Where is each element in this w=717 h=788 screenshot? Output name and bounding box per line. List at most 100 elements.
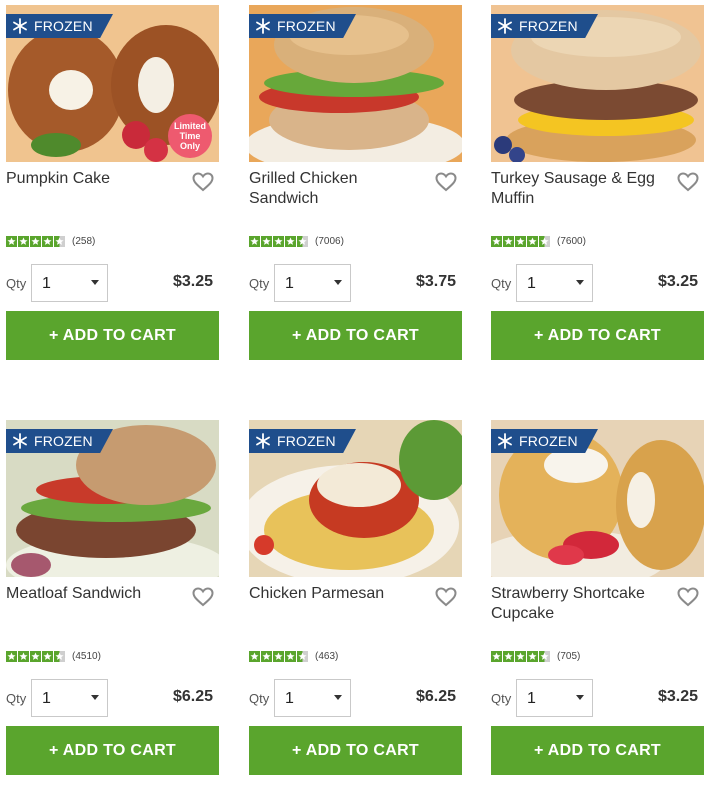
add-to-cart-button[interactable]: + ADD TO CART xyxy=(6,726,219,775)
star-icon xyxy=(285,236,296,247)
star-icon xyxy=(18,651,29,662)
chevron-down-icon xyxy=(91,695,99,700)
star-icon xyxy=(261,236,272,247)
star-icon xyxy=(18,236,29,247)
qty-select[interactable]: 1 xyxy=(274,264,351,302)
half-star-icon xyxy=(539,651,550,662)
review-count[interactable]: (258) xyxy=(72,236,95,247)
half-star-icon xyxy=(54,651,65,662)
add-to-cart-button[interactable]: + ADD TO CART xyxy=(249,311,462,360)
frozen-badge-label: FROZEN xyxy=(277,18,336,34)
frozen-badge: FROZEN xyxy=(491,429,598,453)
snowflake-icon xyxy=(491,433,519,449)
price: $3.25 xyxy=(657,273,698,290)
product-card: FROZEN Meatloaf Sandwich (4510) Qty 1 $6… xyxy=(6,420,219,775)
review-count[interactable]: (7600) xyxy=(557,236,586,247)
limited-time-badge: Limited Time Only xyxy=(168,114,212,158)
star-rating xyxy=(249,236,309,247)
star-icon xyxy=(503,651,514,662)
frozen-badge: FROZEN xyxy=(6,429,113,453)
frozen-badge-label: FROZEN xyxy=(277,433,336,449)
star-icon xyxy=(30,236,41,247)
star-rating xyxy=(491,236,551,247)
price: $3.75 xyxy=(415,273,456,290)
chevron-down-icon xyxy=(334,695,342,700)
snowflake-icon xyxy=(249,433,277,449)
half-star-icon xyxy=(297,651,308,662)
limited-time-line: Time xyxy=(179,131,201,141)
qty-select[interactable]: 1 xyxy=(516,679,593,717)
chevron-down-icon xyxy=(91,280,99,285)
star-icon xyxy=(249,651,260,662)
qty-value: 1 xyxy=(527,690,536,707)
product-name[interactable]: Strawberry Shortcake Cupcake xyxy=(491,584,671,624)
snowflake-icon xyxy=(491,18,519,34)
chevron-down-icon xyxy=(576,280,584,285)
price: $3.25 xyxy=(657,688,698,705)
qty-label: Qty xyxy=(249,691,270,706)
qty-label: Qty xyxy=(249,276,270,291)
frozen-badge: FROZEN xyxy=(249,429,356,453)
half-star-icon xyxy=(539,236,550,247)
star-icon xyxy=(42,651,53,662)
product-name[interactable]: Pumpkin Cake xyxy=(6,169,186,189)
review-count[interactable]: (705) xyxy=(557,651,580,662)
heart-outline-icon[interactable] xyxy=(435,172,457,192)
star-icon xyxy=(491,651,502,662)
review-count[interactable]: (7006) xyxy=(315,236,344,247)
qty-select[interactable]: 1 xyxy=(31,679,108,717)
review-count[interactable]: (463) xyxy=(315,651,338,662)
star-icon xyxy=(503,236,514,247)
chevron-down-icon xyxy=(576,695,584,700)
frozen-badge-label: FROZEN xyxy=(519,433,578,449)
product-card: FROZEN Grilled Chicken Sandwich (7006) Q… xyxy=(249,5,462,360)
product-name[interactable]: Turkey Sausage & Egg Muffin xyxy=(491,169,671,209)
star-icon xyxy=(30,651,41,662)
review-count[interactable]: (4510) xyxy=(72,651,101,662)
chevron-down-icon xyxy=(334,280,342,285)
half-star-icon xyxy=(297,236,308,247)
star-icon xyxy=(42,236,53,247)
star-icon xyxy=(515,236,526,247)
qty-value: 1 xyxy=(285,275,294,292)
half-star-icon xyxy=(54,236,65,247)
qty-label: Qty xyxy=(491,276,512,291)
snowflake-icon xyxy=(249,18,277,34)
heart-outline-icon[interactable] xyxy=(192,587,214,607)
product-name[interactable]: Meatloaf Sandwich xyxy=(6,584,186,604)
add-to-cart-button[interactable]: + ADD TO CART xyxy=(249,726,462,775)
product-name[interactable]: Chicken Parmesan xyxy=(249,584,429,604)
product-card: FROZEN Limited Time Only Pumpkin Cake (2… xyxy=(6,5,219,360)
qty-select[interactable]: 1 xyxy=(516,264,593,302)
frozen-badge: FROZEN xyxy=(6,14,113,38)
rating: (4510) xyxy=(6,651,101,662)
qty-select[interactable]: 1 xyxy=(31,264,108,302)
star-icon xyxy=(6,651,17,662)
rating: (7600) xyxy=(491,236,586,247)
star-icon xyxy=(527,651,538,662)
qty-select[interactable]: 1 xyxy=(274,679,351,717)
add-to-cart-button[interactable]: + ADD TO CART xyxy=(6,311,219,360)
heart-outline-icon[interactable] xyxy=(677,172,699,192)
star-rating xyxy=(6,651,66,662)
snowflake-icon xyxy=(6,433,34,449)
add-to-cart-button[interactable]: + ADD TO CART xyxy=(491,726,704,775)
qty-value: 1 xyxy=(42,275,51,292)
product-card: FROZEN Chicken Parmesan (463) Qty 1 $6.2… xyxy=(249,420,462,775)
heart-outline-icon[interactable] xyxy=(677,587,699,607)
frozen-badge: FROZEN xyxy=(249,14,356,38)
product-name[interactable]: Grilled Chicken Sandwich xyxy=(249,169,429,209)
star-icon xyxy=(273,236,284,247)
qty-label: Qty xyxy=(6,691,27,706)
qty-value: 1 xyxy=(285,690,294,707)
star-icon xyxy=(491,236,502,247)
heart-outline-icon[interactable] xyxy=(192,172,214,192)
add-to-cart-button[interactable]: + ADD TO CART xyxy=(491,311,704,360)
limited-time-line: Limited xyxy=(173,121,206,131)
product-card: FROZEN Turkey Sausage & Egg Muffin (7600… xyxy=(491,5,704,360)
star-rating xyxy=(249,651,309,662)
heart-outline-icon[interactable] xyxy=(435,587,457,607)
limited-time-line: Only xyxy=(179,141,200,151)
star-icon xyxy=(273,651,284,662)
price: $6.25 xyxy=(172,688,213,705)
